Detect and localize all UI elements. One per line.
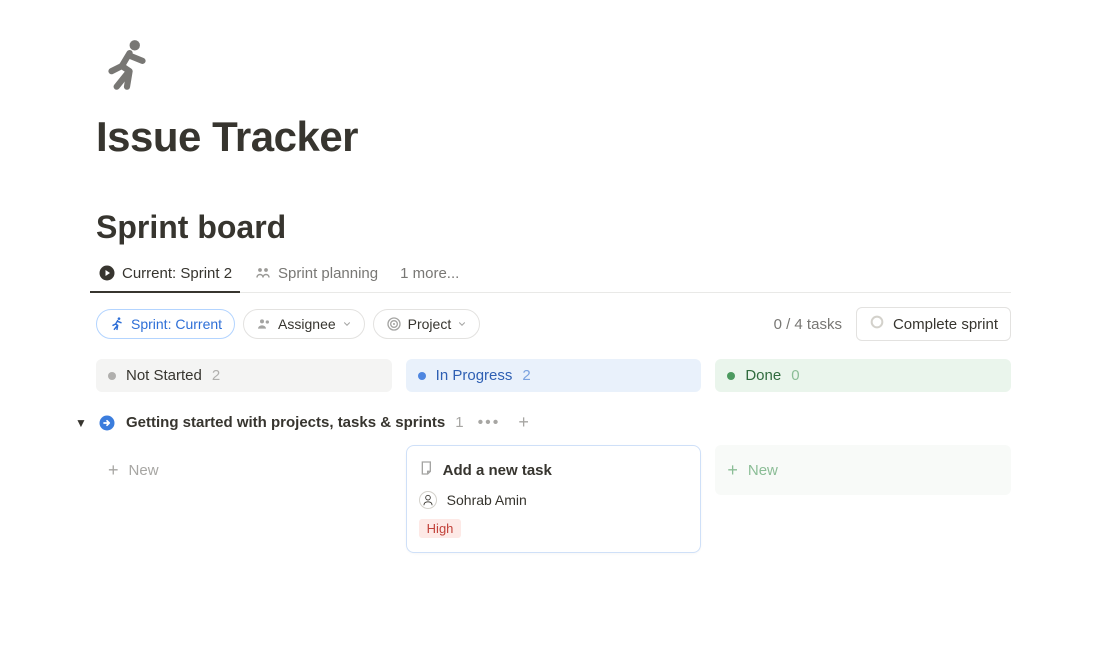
group-title[interactable]: Getting started with projects, tasks & s… bbox=[126, 414, 445, 431]
status-dot-icon bbox=[418, 372, 426, 380]
task-count: 0 / 4 tasks bbox=[774, 316, 842, 333]
play-circle-icon bbox=[98, 264, 116, 282]
column-label: Not Started bbox=[126, 367, 202, 384]
button-label: Complete sprint bbox=[893, 316, 998, 333]
group-count: 1 bbox=[455, 414, 463, 431]
column-in-progress[interactable]: In Progress 2 bbox=[406, 359, 702, 392]
tab-label: Current: Sprint 2 bbox=[122, 265, 232, 282]
group-row: ▼ Getting started with projects, tasks &… bbox=[96, 410, 1011, 445]
priority-tag: High bbox=[419, 519, 462, 538]
new-label: New bbox=[129, 462, 159, 479]
slot-done: + New bbox=[715, 445, 1011, 495]
progress-circle-icon bbox=[869, 314, 885, 334]
card-title: Add a new task bbox=[443, 462, 552, 479]
column-count: 0 bbox=[791, 367, 799, 384]
section-title: Sprint board bbox=[96, 209, 1011, 246]
right-tools: 0 / 4 tasks Complete sprint bbox=[774, 307, 1011, 341]
running-person-icon bbox=[96, 32, 1011, 105]
card-assignee: Sohrab Amin bbox=[419, 491, 689, 509]
plus-icon: + bbox=[108, 461, 119, 479]
filter-label: Sprint: Current bbox=[131, 316, 222, 332]
complete-sprint-button[interactable]: Complete sprint bbox=[856, 307, 1011, 341]
slot-in-progress: Add a new task Sohrab Amin High bbox=[406, 445, 702, 553]
collapse-toggle[interactable]: ▼ bbox=[74, 416, 88, 430]
page-title: Issue Tracker bbox=[96, 113, 1011, 161]
assignee-name: Sohrab Amin bbox=[447, 492, 527, 508]
more-tabs[interactable]: 1 more... bbox=[398, 259, 461, 292]
running-icon bbox=[109, 316, 125, 332]
tab-sprint-planning[interactable]: Sprint planning bbox=[252, 258, 380, 292]
column-label: In Progress bbox=[436, 367, 513, 384]
new-card-button[interactable]: + New bbox=[96, 445, 392, 495]
note-icon bbox=[419, 460, 435, 481]
people-icon bbox=[256, 316, 272, 332]
avatar bbox=[419, 491, 437, 509]
filter-project[interactable]: Project bbox=[373, 309, 481, 339]
filters: Sprint: Current Assignee Project bbox=[96, 309, 480, 339]
column-not-started[interactable]: Not Started 2 bbox=[96, 359, 392, 392]
filter-label: Assignee bbox=[278, 316, 336, 332]
chevron-down-icon bbox=[457, 319, 467, 329]
tab-label: Sprint planning bbox=[278, 265, 378, 282]
column-headers: Not Started 2 In Progress 2 Done 0 bbox=[96, 359, 1011, 392]
cards-row: + New Add a new task Sohrab Amin H bbox=[96, 445, 1011, 553]
target-icon bbox=[386, 316, 402, 332]
arrow-badge-icon bbox=[98, 414, 116, 432]
filter-assignee[interactable]: Assignee bbox=[243, 309, 365, 339]
column-done[interactable]: Done 0 bbox=[715, 359, 1011, 392]
tab-current-sprint[interactable]: Current: Sprint 2 bbox=[96, 258, 234, 292]
plus-icon: + bbox=[727, 461, 738, 479]
chevron-down-icon bbox=[342, 319, 352, 329]
column-count: 2 bbox=[522, 367, 530, 384]
column-label: Done bbox=[745, 367, 781, 384]
status-dot-icon bbox=[108, 372, 116, 380]
filter-sprint[interactable]: Sprint: Current bbox=[96, 309, 235, 339]
task-card[interactable]: Add a new task Sohrab Amin High bbox=[406, 445, 702, 553]
status-dot-icon bbox=[727, 372, 735, 380]
group-add-button[interactable]: + bbox=[514, 412, 533, 433]
new-card-button[interactable]: + New bbox=[715, 445, 1011, 495]
toolbar: Sprint: Current Assignee Project bbox=[96, 307, 1011, 341]
column-count: 2 bbox=[212, 367, 220, 384]
filter-label: Project bbox=[408, 316, 452, 332]
group-more-button[interactable]: ••• bbox=[474, 414, 505, 432]
slot-not-started: + New bbox=[96, 445, 392, 495]
new-label: New bbox=[748, 462, 778, 479]
people-icon bbox=[254, 264, 272, 282]
tabs: Current: Sprint 2 Sprint planning 1 more… bbox=[96, 258, 1011, 293]
